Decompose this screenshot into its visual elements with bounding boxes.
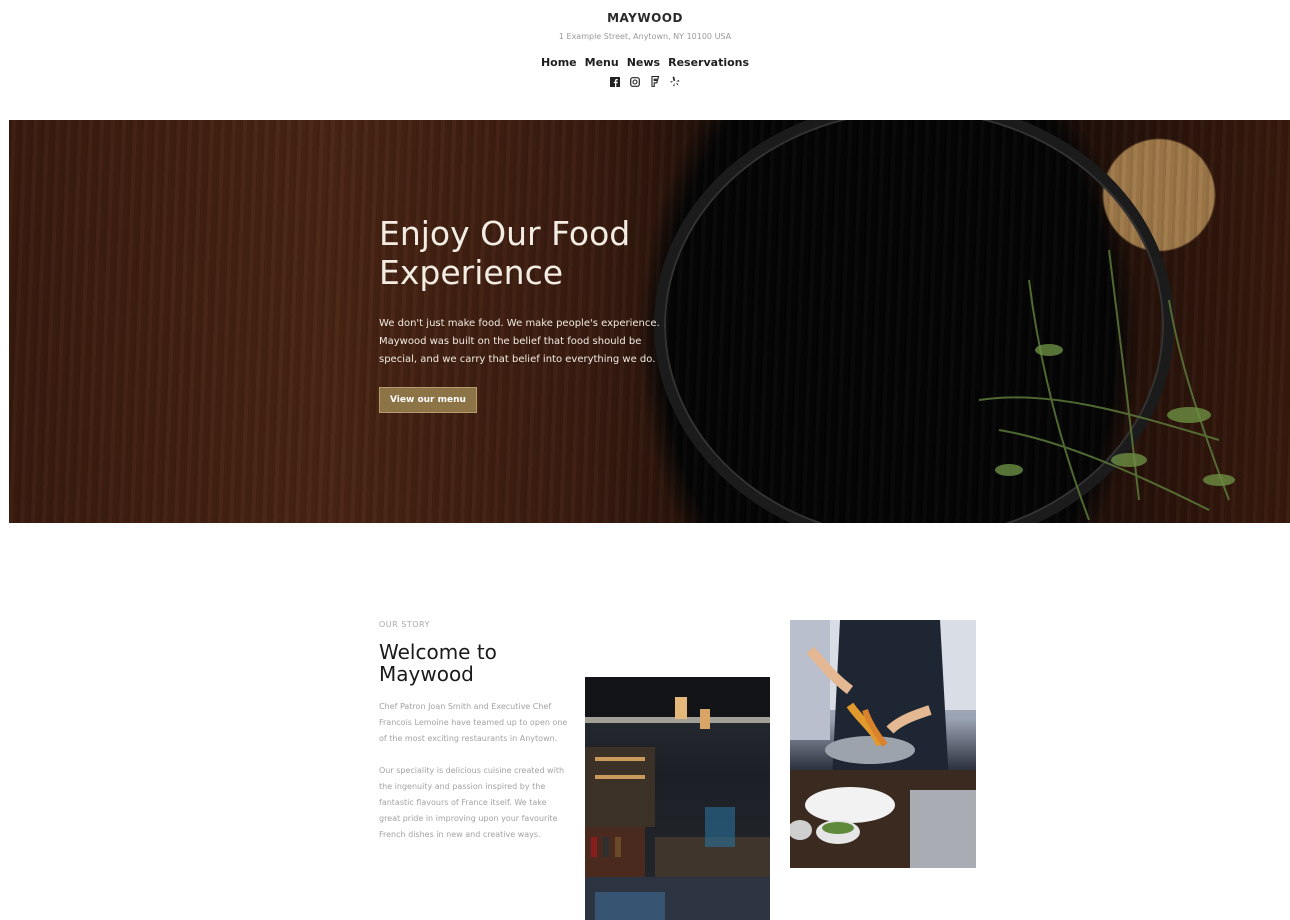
story-paragraph-2: Our speciality is delicious cuisine crea… <box>379 766 565 839</box>
story-text-block: OUR STORY Welcome to Maywood Chef Patron… <box>379 620 569 843</box>
site-header: MAYWOOD 1 Example Street, Anytown, NY 10… <box>0 0 1290 120</box>
nav-reservations[interactable]: Reservations <box>668 56 749 69</box>
instagram-icon[interactable] <box>630 76 641 87</box>
site-brand[interactable]: MAYWOOD <box>0 11 1290 25</box>
yelp-icon[interactable] <box>670 76 681 87</box>
hero-banner: Enjoy Our Food Experience We don't just … <box>9 120 1290 523</box>
chef-cooking-photo <box>790 620 976 868</box>
story-title: Welcome to Maywood <box>379 640 497 686</box>
restaurant-interior-photo <box>585 677 770 920</box>
foursquare-icon[interactable] <box>650 76 661 87</box>
nav-home[interactable]: Home <box>541 56 577 69</box>
view-menu-button[interactable]: View our menu <box>379 387 477 413</box>
facebook-icon[interactable] <box>610 76 621 87</box>
hero-content: Enjoy Our Food Experience We don't just … <box>379 214 679 413</box>
story-paragraph-1: Chef Patron Joan Smith and Executive Che… <box>379 702 568 743</box>
hero-herbs-image <box>978 249 1235 520</box>
nav-menu[interactable]: Menu <box>585 56 619 69</box>
hero-description: We don't just make food. We make people'… <box>379 318 660 365</box>
hero-title: Enjoy Our Food Experience <box>379 214 631 292</box>
site-address: 1 Example Street, Anytown, NY 10100 USA <box>558 32 732 41</box>
story-eyebrow: OUR STORY <box>379 620 430 629</box>
nav-news[interactable]: News <box>627 56 660 69</box>
social-links <box>0 76 1290 87</box>
main-nav: Home Menu News Reservations <box>0 56 1290 69</box>
